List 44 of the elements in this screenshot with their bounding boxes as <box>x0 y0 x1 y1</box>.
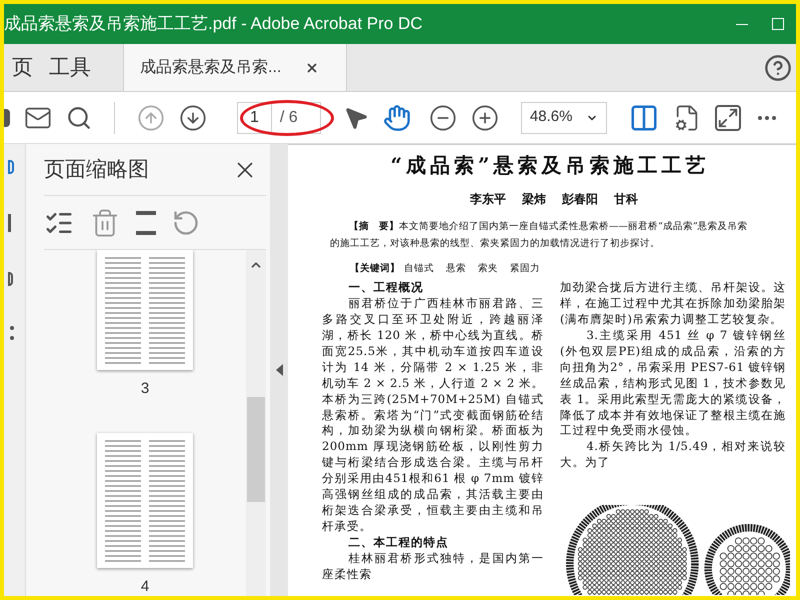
body-paragraph: 3.主缆采用 451 丝 φ 7 镀锌钢丝 (外包双层PE)组成的成品索，沿索的方向扭角为2°，吊索采用 PES7-61 镀锌钢丝成品索，结构形式见图 1，技术参数见表 1。采用此索型无需庞大的紧缆设备，降低了成本并有效地保证了整根主缆在施工过程中免受雨水侵蚀。 <box>560 328 786 440</box>
keyword: 索夹 <box>478 262 498 276</box>
maximize-icon[interactable] <box>772 18 784 30</box>
section-heading: 一、工程概况 <box>347 280 424 296</box>
page-number-field[interactable]: 1 / 6 <box>237 102 321 134</box>
abstract-text: 【摘 要】本文简要地介绍了国内第一座自锚式柔性悬索桥——丽君桥“成品索”悬索及吊索的施工工艺，对该种悬索的线型、索夹紧固力的加载情况进行了初步探讨。 <box>329 220 749 251</box>
zoom-out-icon[interactable] <box>428 104 457 132</box>
search-icon[interactable] <box>66 104 92 130</box>
section-heading: 二、本工程的特点 <box>347 534 450 551</box>
scroll-thumb[interactable] <box>247 397 265 502</box>
author-name: 李东平 <box>470 191 506 208</box>
document-tab[interactable]: 成品索悬索及吊索... <box>123 44 347 91</box>
hand-icon[interactable] <box>382 104 411 132</box>
keywords-label: 【关键词】 <box>350 262 400 276</box>
body-paragraph: 4.桥矢跨比为 1/5.49，相对来说较大。为了 <box>560 439 786 472</box>
page-thumbnail[interactable] <box>97 250 193 370</box>
body-paragraph: 丽君桥位于广西桂林市丽君路、三多路交叉口至环卫处附近，跨越丽泽湖，桥长 120 米，桥中心线为直线。桥面宽25.5米，其中机动车道按四车道设计为 14 米，分隔带 2 × 1.25 米，非机动车 2 × 2.5 米，人行道 2 × 2 米。本桥为三跨(25M+70M+25M) 自锚式悬索桥。索塔为“门”式变截面钢筋砼结构，加劲梁为纵横向钢桁梁。桥面板为 200mm 厚现浇钢筋砼板，以刚性剪力键与桁梁结合形成迭合梁。主缆与吊杆分别采用由451根和61 根 φ 7mm 镀锌高强钢丝组成的成品索，其活载主要由桁架迭合梁承受，恒载主要由主缆和吊杆承受。 <box>322 296 544 535</box>
keyword: 悬索 <box>446 262 466 276</box>
close-icon[interactable] <box>305 60 320 74</box>
panel-title: 页面缩略图 <box>44 156 149 183</box>
page-number: 3 <box>140 379 150 399</box>
author-name: 梁炜 <box>522 191 546 208</box>
nav-tab[interactable]: 页 <box>4 44 41 91</box>
toolbar-icon[interactable] <box>4 108 10 126</box>
window-title: 成品索悬索及吊索施工工艺.pdf - Adobe Acrobat Pro DC <box>4 13 423 36</box>
body-paragraph: 桂林丽君桥形式独特，是国内第一座柔性索 <box>322 550 544 582</box>
keyword: 自锚式 <box>404 262 434 276</box>
page-thumbnail[interactable] <box>97 432 193 568</box>
author-name: 彭春阳 <box>562 191 598 208</box>
author-name: 甘科 <box>614 191 638 208</box>
trash-icon[interactable] <box>90 208 120 238</box>
nav-tab[interactable]: 工具 <box>41 44 99 91</box>
rotate-icon[interactable] <box>172 208 200 236</box>
zoom-dropdown[interactable]: 48.6% <box>520 102 607 134</box>
zoom-in-icon[interactable] <box>470 104 499 132</box>
next-page-icon[interactable] <box>179 104 207 132</box>
scrollbar[interactable] <box>246 250 266 596</box>
document-title: “成品索”悬索及吊索施工工艺 <box>389 152 710 179</box>
page-number: 4 <box>140 576 150 596</box>
body-paragraph: 加劲梁合拢后方进行主缆、吊杆架设。这样，在施工过程中尤其在拆除加劲梁胎架(满布膺架时)吊索索力调整工艺较复杂。 <box>560 280 786 328</box>
full-screen-icon[interactable] <box>714 104 741 130</box>
fit-width-icon[interactable] <box>628 102 659 132</box>
help-icon[interactable] <box>764 54 792 82</box>
keyword: 紧固力 <box>510 262 540 276</box>
